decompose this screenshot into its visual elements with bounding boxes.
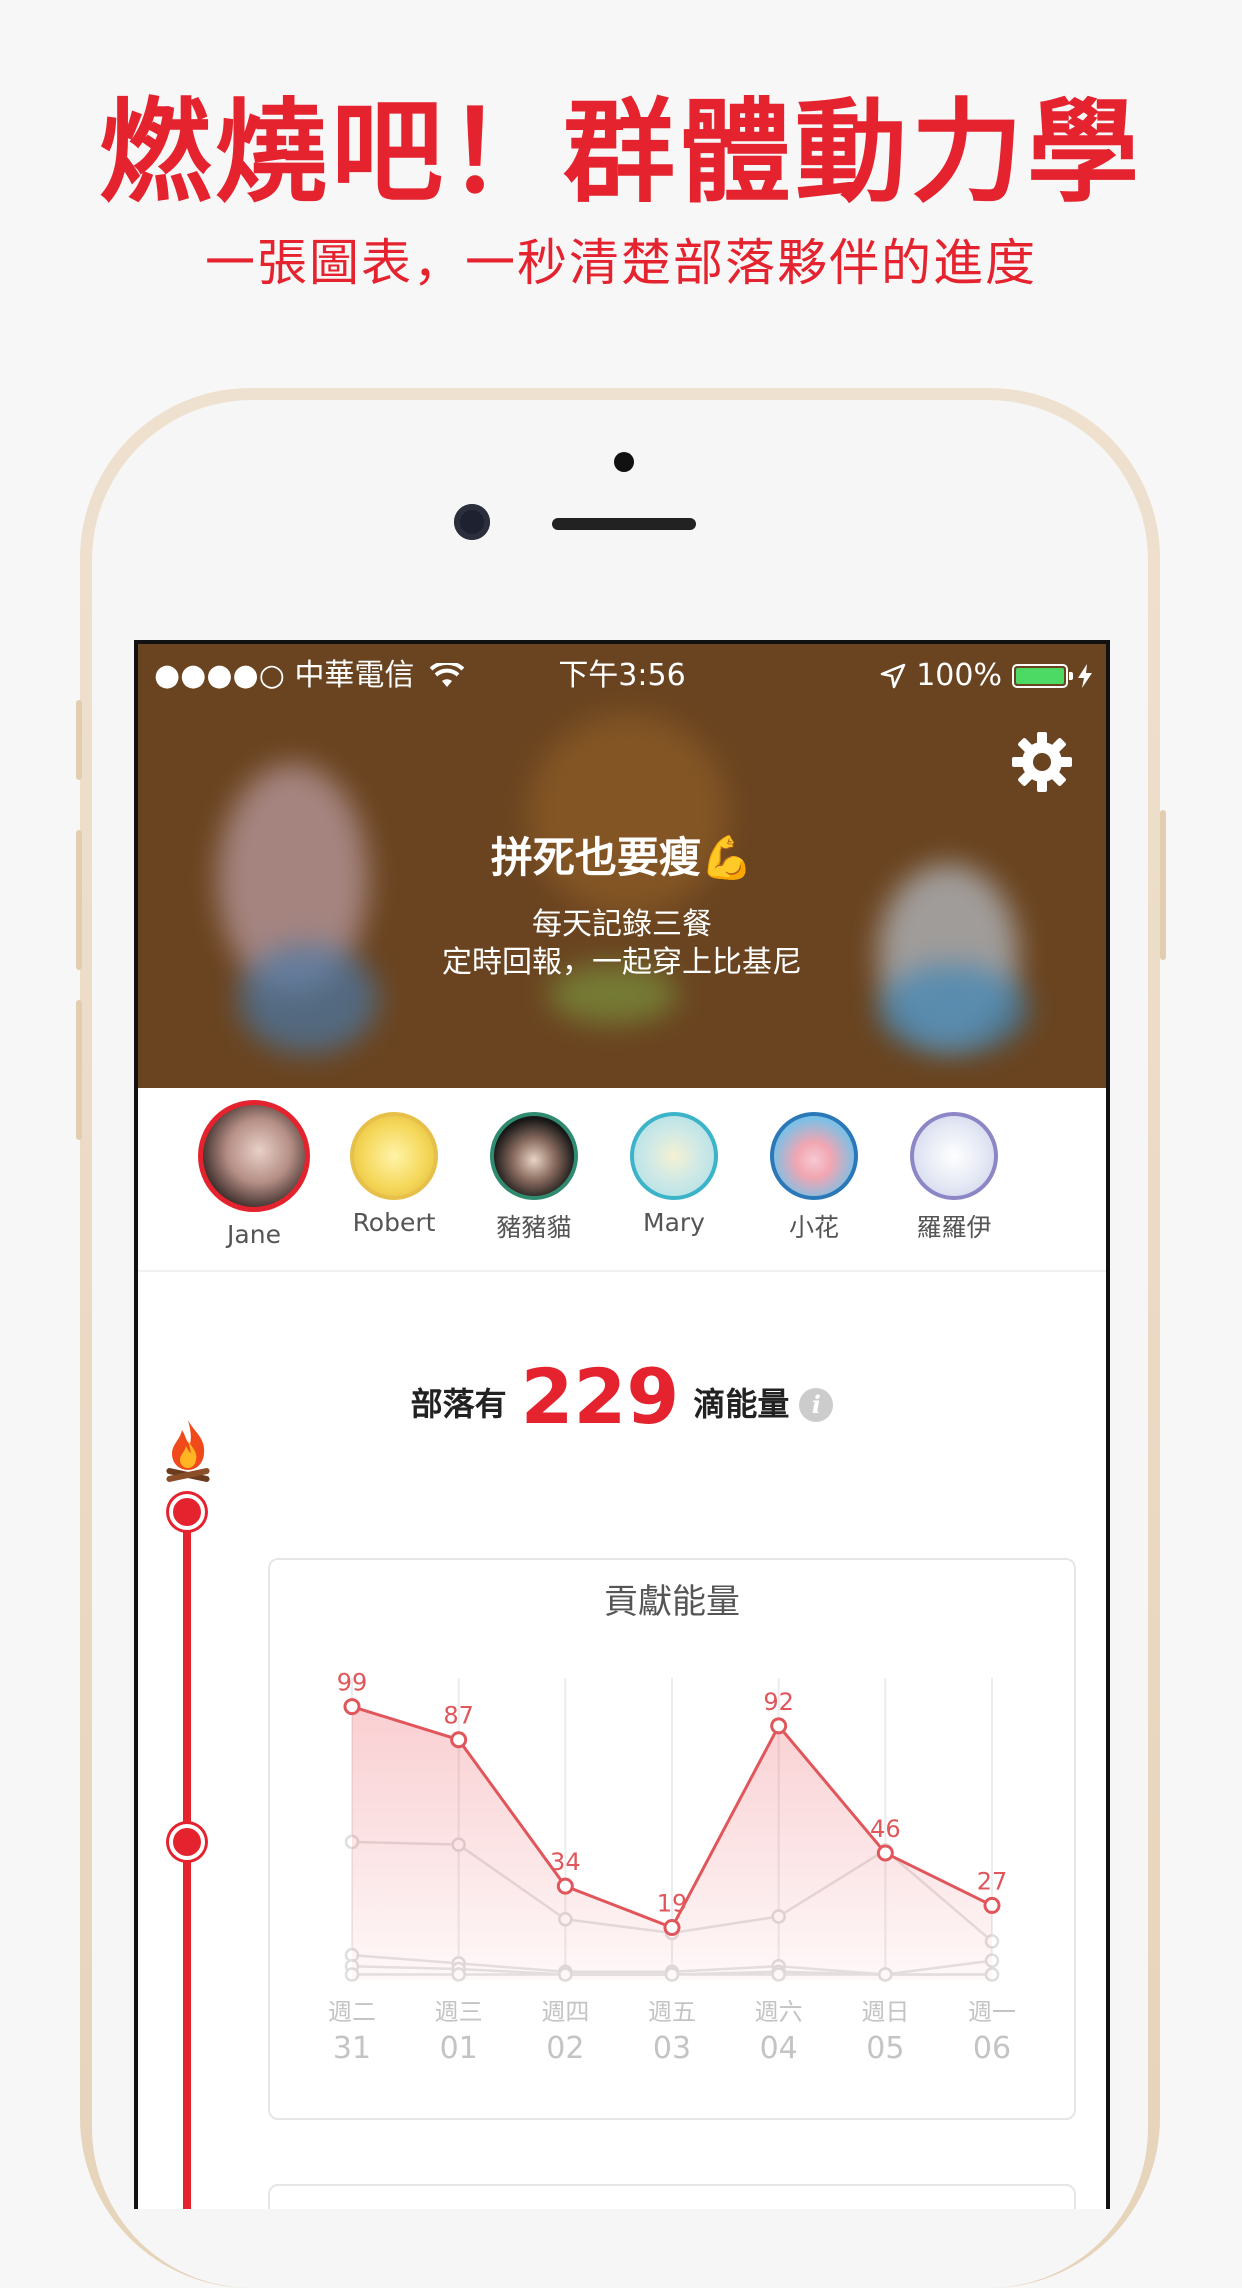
group-title: 拼死也要瘦💪 (490, 833, 754, 882)
timeline-node[interactable] (169, 1494, 205, 1530)
data-label: 34 (550, 1848, 581, 1876)
member-mary[interactable]: Mary (614, 1112, 734, 1237)
settings-gear-icon[interactable] (1010, 730, 1074, 794)
battery-percent: 100% (916, 658, 1002, 693)
proximity-sensor (614, 452, 634, 472)
x-tick-day: 05 (866, 2031, 904, 2066)
member-name: 豬豬貓 (496, 1213, 572, 1242)
group-description-line: 每天記錄三餐 (532, 907, 712, 942)
campfire-icon (166, 1420, 210, 1482)
x-tick-weekday: 週二 (328, 1998, 376, 2026)
x-tick-weekday: 週一 (968, 1998, 1016, 2026)
group-header: ●●●●○ 中華電信 下午3:56 100% 拼死也要瘦💪 每天記錄三餐 定時回… (138, 644, 1106, 1088)
energy-prefix: 部落有 (410, 1385, 507, 1423)
app-screen: ●●●●○ 中華電信 下午3:56 100% 拼死也要瘦💪 每天記錄三餐 定時回… (134, 640, 1110, 2209)
info-icon[interactable]: i (799, 1388, 834, 1422)
headline: 燃燒吧！群體動力學 (99, 88, 1143, 218)
member-robert[interactable]: Robert (334, 1112, 454, 1237)
member-name: Robert (352, 1208, 436, 1237)
series-point (983, 1896, 1001, 1914)
power-button (1160, 810, 1166, 960)
series-point (343, 1698, 361, 1716)
x-tick-day: 04 (760, 2031, 798, 2066)
x-tick-day: 02 (546, 2031, 584, 2066)
data-label: 46 (870, 1815, 901, 1843)
member-name: 羅羅伊 (916, 1213, 992, 1242)
member-list: Jane Robert 豬豬貓 Mary 小花 羅羅伊 (138, 1088, 1106, 1272)
group-description-line: 定時回報，一起穿上比基尼 (442, 945, 802, 980)
energy-count: 229 (520, 1352, 680, 1441)
data-label: 99 (337, 1669, 368, 1697)
calorie-chart-card: 食物攝取熱量 (268, 2184, 1076, 2209)
x-tick-day: 01 (440, 2031, 478, 2066)
x-tick-day: 03 (653, 2031, 691, 2066)
member-xiaohua[interactable]: 小花 (754, 1112, 874, 1244)
avatar (490, 1112, 578, 1200)
battery-icon (1012, 664, 1073, 688)
location-arrow-icon (880, 663, 906, 689)
energy-suffix: 滴能量 (693, 1385, 790, 1423)
data-label: 87 (443, 1702, 474, 1730)
avatar (770, 1112, 858, 1200)
status-bar: ●●●●○ 中華電信 下午3:56 100% (138, 644, 1106, 708)
member-luoluoyi[interactable]: 羅羅伊 (894, 1112, 1014, 1244)
front-camera (454, 504, 490, 540)
timeline-node[interactable] (169, 1824, 205, 1860)
x-tick-weekday: 週六 (755, 1998, 803, 2026)
member-name: 小花 (788, 1213, 839, 1242)
chart-title: 食物攝取熱量 (270, 2200, 1074, 2209)
member-pig-cat[interactable]: 豬豬貓 (474, 1112, 594, 1244)
tribe-energy-summary: 部落有 229 滴能量 i (138, 1352, 1106, 1441)
charging-bolt-icon (1078, 664, 1092, 688)
subheadline: 一張圖表，一秒清楚部落夥伴的進度 (205, 234, 1037, 292)
data-label: 27 (977, 1867, 1008, 1895)
mute-switch (76, 700, 82, 780)
avatar (198, 1100, 310, 1212)
x-tick-weekday: 週五 (648, 1998, 696, 2026)
contribution-chart-card: 貢獻能量 99 87 34 19 92 46 27 週二 31 週三 01 週四 02 週五 03 週六 04 週… (268, 1558, 1076, 2120)
series-point (663, 1919, 681, 1937)
contribution-chart: 99 87 34 19 92 46 27 週二 31 週三 01 週四 02 週五 03 週六 04 週日 05 週一… (328, 1669, 1016, 2066)
data-label: 19 (657, 1890, 688, 1918)
x-tick-day: 06 (973, 2031, 1011, 2066)
series-point (770, 1717, 788, 1735)
series-point (876, 1844, 894, 1862)
member-jane[interactable]: Jane (194, 1100, 314, 1249)
avatar (350, 1112, 438, 1200)
data-label: 92 (763, 1688, 794, 1716)
x-tick-day: 31 (333, 2031, 371, 2066)
volume-down-button (76, 1000, 82, 1140)
x-tick-weekday: 週日 (861, 1998, 909, 2026)
member-name: Jane (227, 1220, 281, 1249)
volume-up-button (76, 830, 82, 970)
x-tick-weekday: 週四 (541, 1998, 589, 2026)
series-point (556, 1877, 574, 1895)
series-point (450, 1731, 468, 1749)
earpiece-speaker (552, 518, 696, 530)
avatar (910, 1112, 998, 1200)
avatar (630, 1112, 718, 1200)
member-name: Mary (643, 1208, 705, 1237)
x-tick-weekday: 週三 (435, 1998, 483, 2026)
group-description: 每天記錄三餐 定時回報，一起穿上比基尼 (138, 906, 1106, 982)
